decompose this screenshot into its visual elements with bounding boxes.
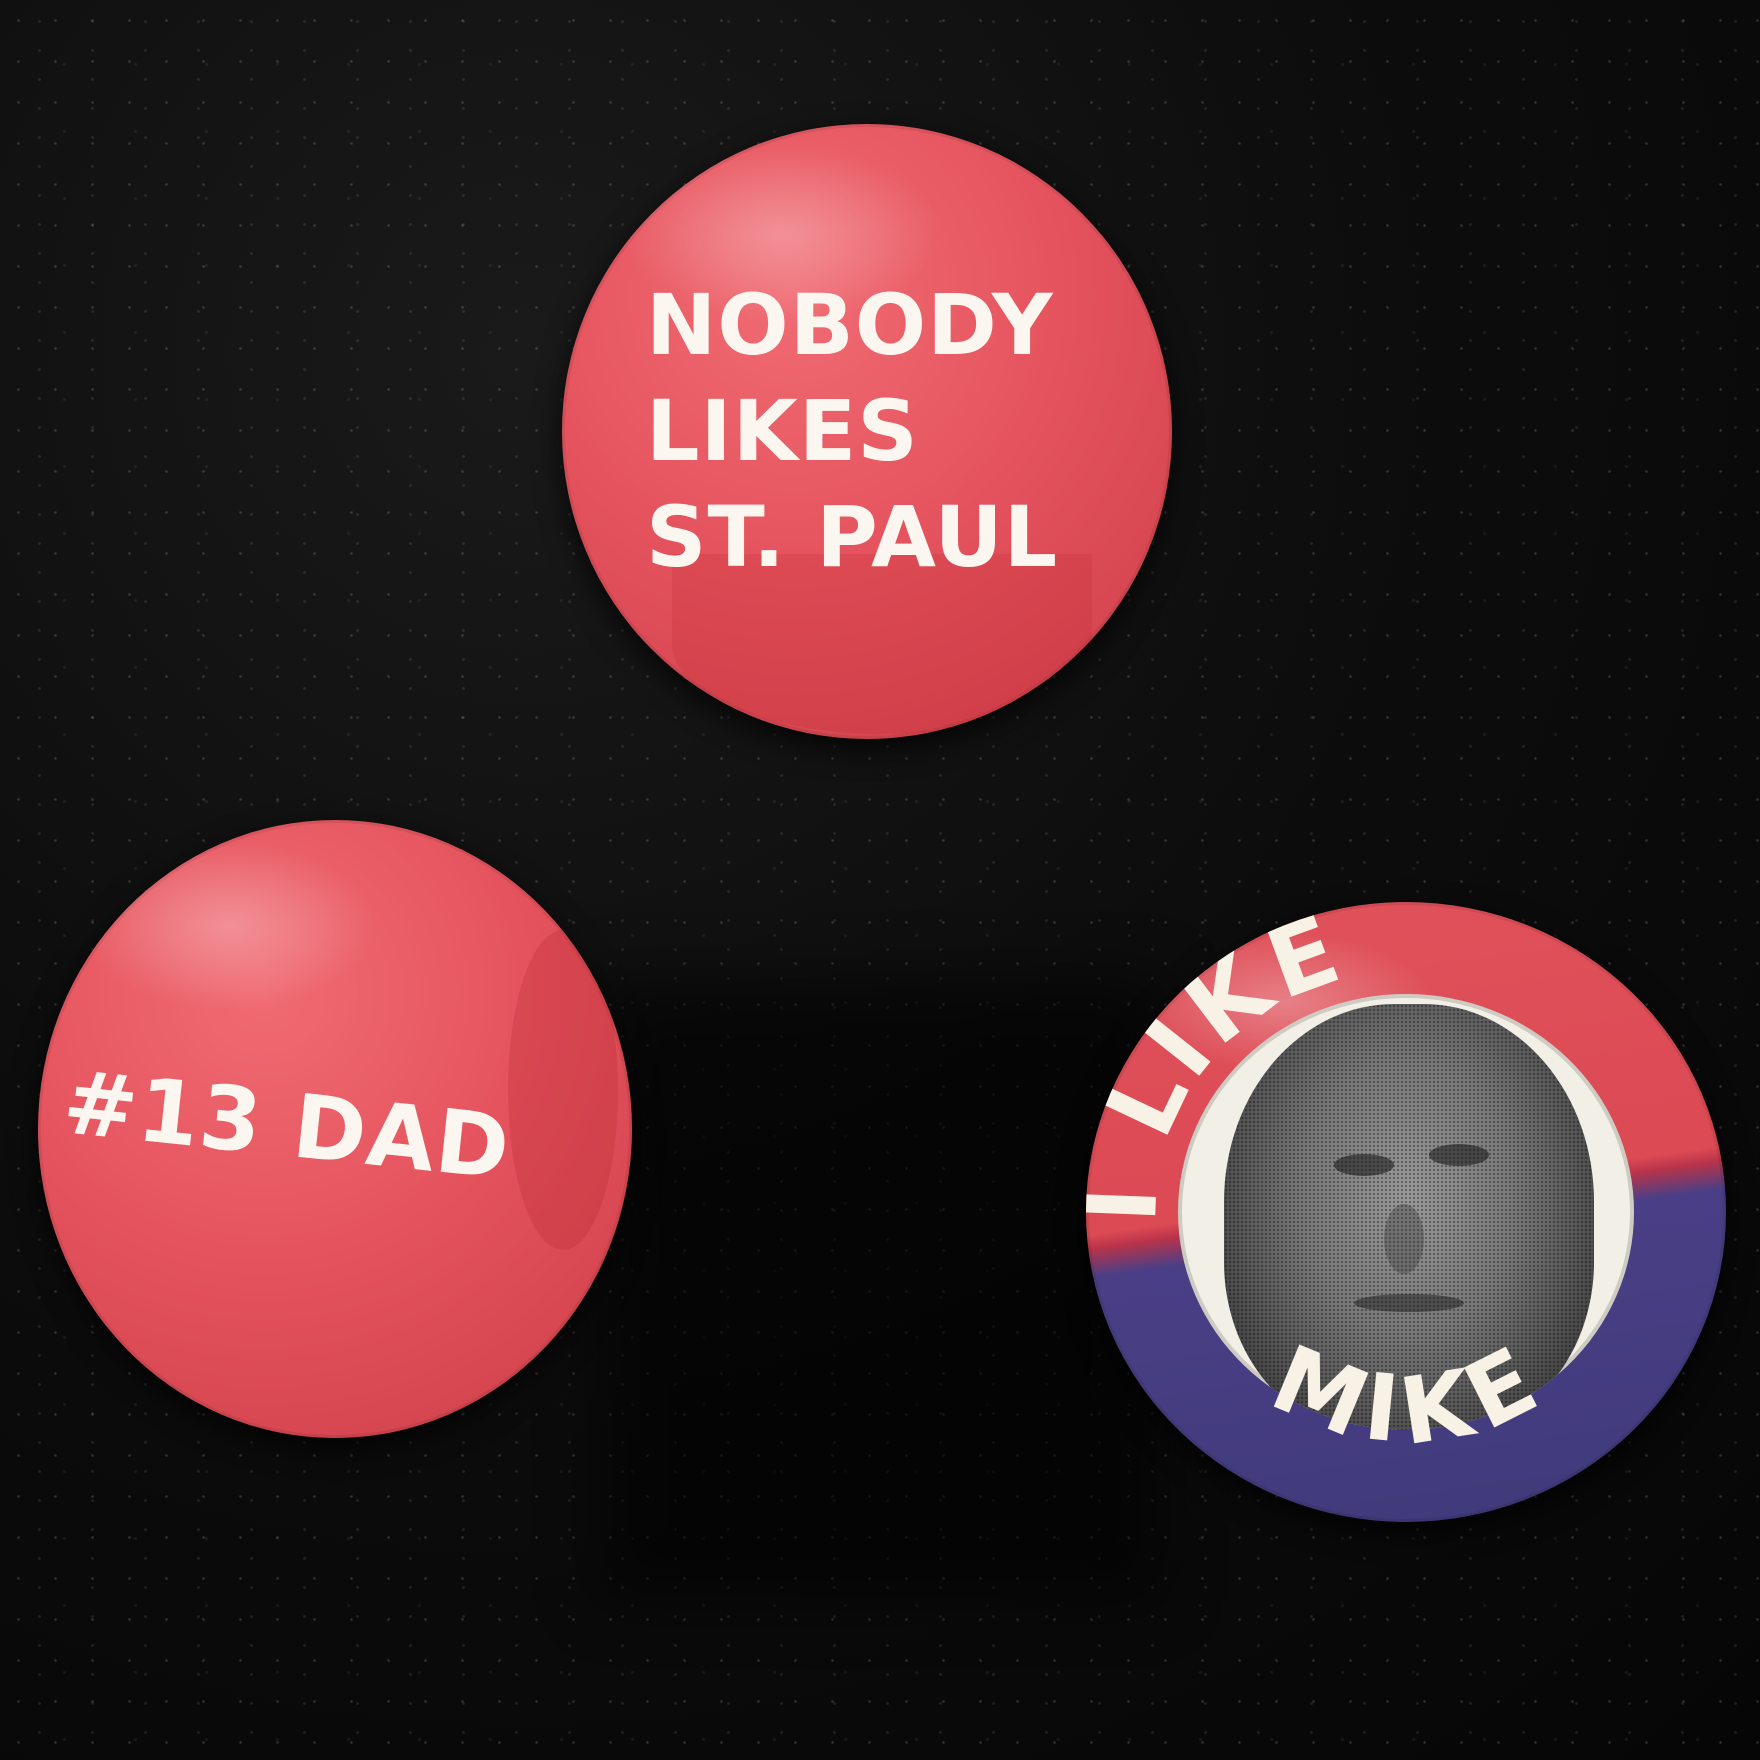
i-like-text: I LIKE xyxy=(1086,902,1358,1225)
rim-text: I LIKE MIKE xyxy=(1086,902,1562,1467)
nobody-likes-st-paul-button: NOBODY LIKES ST. PAUL xyxy=(562,124,1172,739)
shadow-area xyxy=(600,980,1160,1600)
i-like-mike-button: I LIKE MIKE xyxy=(1086,902,1726,1522)
number-13-dad-text: #13 DAD xyxy=(58,1050,515,1200)
mike-textpath: MIKE xyxy=(1258,1323,1552,1467)
granite-background: NOBODY LIKES ST. PAUL #13 DAD I xyxy=(0,0,1760,1760)
number-13-dad-button: #13 DAD xyxy=(38,820,632,1438)
mike-text: MIKE xyxy=(1258,1323,1562,1467)
text-line-2: LIKES xyxy=(646,382,919,480)
text-line-1: NOBODY xyxy=(646,276,1054,374)
text-line-3: ST. PAUL xyxy=(646,488,1059,586)
i-like-textpath: I LIKE xyxy=(1086,902,1352,1225)
nobody-likes-st-paul-text: NOBODY LIKES ST. PAUL xyxy=(646,272,1058,590)
